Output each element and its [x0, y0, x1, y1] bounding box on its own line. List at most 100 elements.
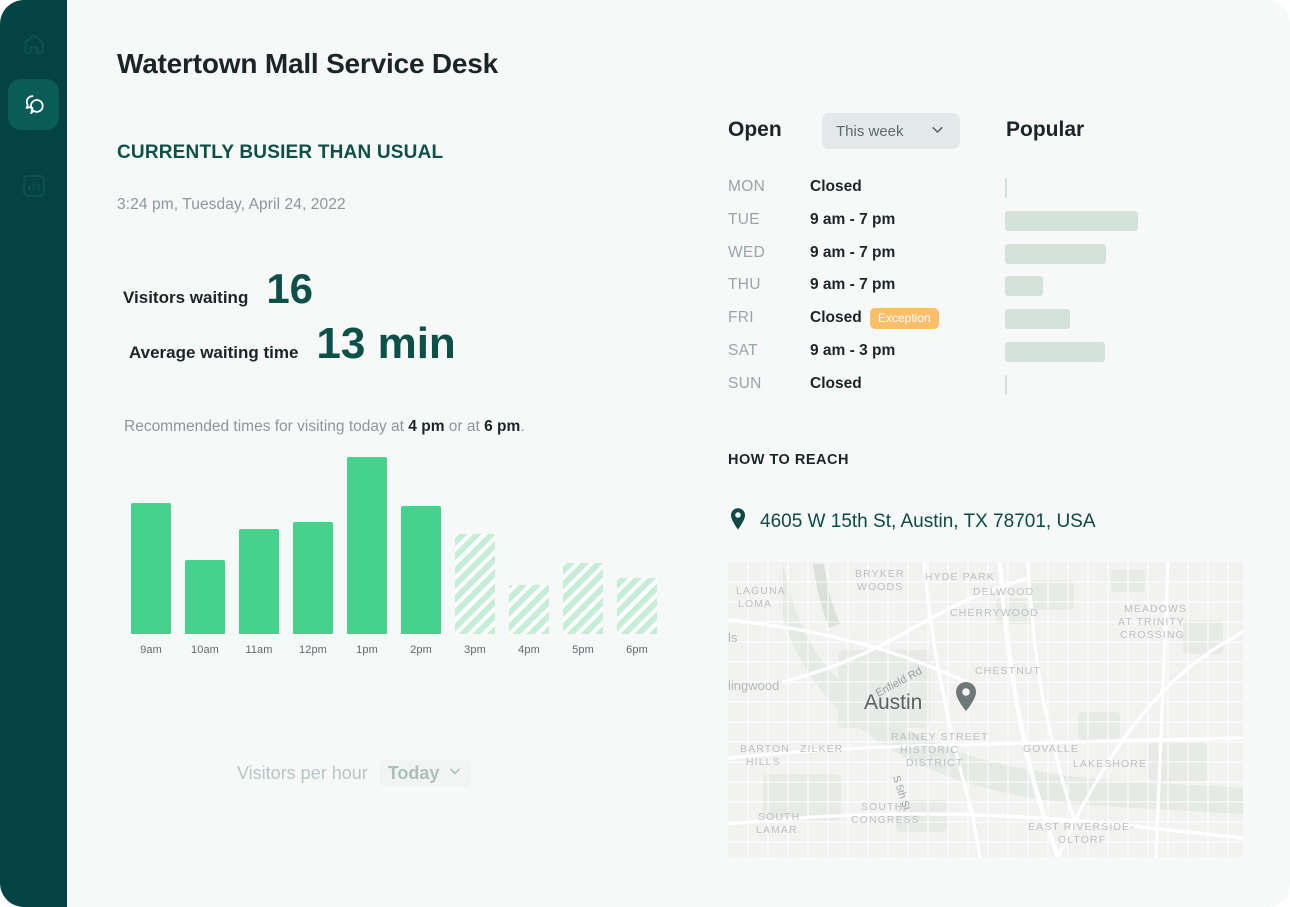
- map-city-label: Austin: [864, 691, 922, 714]
- hours-day-label: TUE: [728, 210, 760, 228]
- svg-text:BRYKER: BRYKER: [855, 568, 905, 580]
- bar: [617, 578, 657, 634]
- svg-text:EAST RIVERSIDE-: EAST RIVERSIDE-: [1028, 821, 1135, 833]
- svg-text:HYDE PARK: HYDE PARK: [925, 571, 995, 583]
- chevron-down-icon: [447, 763, 463, 784]
- address-text: 4605 W 15th St, Austin, TX 78701, USA: [760, 511, 1096, 532]
- hours-day-label: WED: [728, 243, 766, 261]
- hours-time-value: Closed: [810, 178, 862, 195]
- svg-text:HISTORIC: HISTORIC: [900, 744, 959, 756]
- open-hours-title: Open: [728, 118, 782, 141]
- chart-bar-2pm[interactable]: 2pm: [401, 506, 441, 656]
- current-timestamp: 3:24 pm, Tuesday, April 24, 2022: [117, 196, 346, 213]
- location-map[interactable]: Enfield Rd S 5th St BRYKER WOODS HYDE PAR…: [728, 562, 1243, 857]
- svg-text:WOODS: WOODS: [857, 581, 903, 593]
- popularity-bar: [1005, 309, 1070, 330]
- recommended-times: Recommended times for visiting today at …: [124, 418, 525, 436]
- bar: [239, 529, 279, 634]
- svg-text:SOUTH: SOUTH: [758, 811, 800, 823]
- opening-hours-row: WED 9 am - 7 pm: [728, 242, 1288, 275]
- hours-time-value: 9 am - 7 pm: [810, 243, 896, 261]
- bar: [401, 506, 441, 634]
- metric-average-waiting-time-label: Average waiting time: [129, 343, 299, 362]
- visitors-per-hour-chart: 9am 10am 11am 12pm 1pm 2pm 3pm 4pm 5pm 6pm: [124, 457, 664, 708]
- chart-bar-11am[interactable]: 11am: [239, 529, 279, 656]
- exception-badge[interactable]: Exception: [870, 308, 939, 330]
- chart-bar-12pm[interactable]: 12pm: [293, 522, 333, 656]
- popular-title: Popular: [1006, 118, 1085, 141]
- bar: [293, 522, 333, 634]
- bar-axis-label: 9am: [140, 644, 162, 656]
- metric-visitors-waiting-value: 16: [266, 265, 314, 312]
- main-content: Watertown Mall Service Desk CURRENTLY BU…: [67, 0, 1290, 907]
- sidebar: [0, 0, 67, 907]
- chart-bar-1pm[interactable]: 1pm: [347, 457, 387, 656]
- sidebar-item-messages[interactable]: [8, 79, 59, 130]
- bar-axis-label: 1pm: [356, 644, 378, 656]
- svg-text:LAMAR: LAMAR: [756, 824, 798, 836]
- chat-bubbles-icon: [19, 90, 49, 120]
- svg-text:ZILKER: ZILKER: [800, 743, 843, 755]
- chart-range-value: Today: [387, 763, 440, 783]
- hours-time-value: Closed: [810, 309, 862, 327]
- svg-text:HILLS: HILLS: [746, 756, 781, 768]
- recommend-suffix: .: [520, 418, 525, 435]
- chart-plot-area: 9am 10am 11am 12pm 1pm 2pm 3pm 4pm 5pm 6pm: [124, 457, 664, 682]
- svg-text:LOMA: LOMA: [738, 598, 772, 610]
- bar-axis-label: 12pm: [299, 644, 327, 656]
- svg-text:DISTRICT: DISTRICT: [906, 757, 963, 769]
- week-range-select[interactable]: This week: [822, 113, 960, 149]
- bar: [131, 503, 171, 634]
- bar: [185, 560, 225, 634]
- hours-day-label: THU: [728, 276, 761, 294]
- chart-bar-4pm[interactable]: 4pm: [509, 585, 549, 656]
- recommend-time-one: 4 pm: [408, 418, 445, 435]
- bar-axis-label: 2pm: [410, 644, 432, 656]
- svg-text:ls: ls: [728, 630, 738, 645]
- opening-hours-row: MON Closed: [728, 176, 1288, 209]
- opening-hours-row: FRI Closed Exception: [728, 307, 1288, 340]
- week-range-value: This week: [836, 122, 904, 140]
- svg-text:SOUTH: SOUTH: [861, 801, 903, 813]
- bar-axis-label: 5pm: [572, 644, 594, 656]
- svg-text:CHERRYWOOD: CHERRYWOOD: [950, 607, 1039, 619]
- sidebar-item-analytics[interactable]: [8, 160, 59, 211]
- hours-time-value: 9 am - 7 pm: [810, 210, 896, 228]
- recommend-prefix: Recommended times for visiting today at: [124, 418, 409, 435]
- bar: [563, 563, 603, 634]
- sidebar-item-home[interactable]: [8, 18, 59, 69]
- popularity-bar: [1005, 341, 1105, 362]
- bar-axis-label: 3pm: [464, 644, 486, 656]
- opening-hours-row: SAT 9 am - 3 pm: [728, 340, 1288, 373]
- recommend-time-two: 6 pm: [484, 418, 521, 435]
- chart-bar-9am[interactable]: 9am: [131, 503, 171, 656]
- chart-bar-10am[interactable]: 10am: [185, 560, 225, 656]
- bar-axis-label: 6pm: [626, 644, 648, 656]
- chart-range-select[interactable]: Today: [379, 760, 472, 787]
- hours-time-value: 9 am - 3 pm: [810, 341, 896, 359]
- svg-text:GOVALLE: GOVALLE: [1023, 743, 1079, 755]
- recommend-middle: or at: [444, 418, 485, 435]
- app-window: Watertown Mall Service Desk CURRENTLY BU…: [0, 0, 1290, 907]
- metric-average-waiting-time-value: 13 min: [316, 319, 456, 368]
- svg-text:OLTORF: OLTORF: [1058, 834, 1106, 846]
- chart-bar-5pm[interactable]: 5pm: [563, 563, 603, 656]
- popularity-bar: [1005, 374, 1007, 395]
- page-title: Watertown Mall Service Desk: [117, 48, 499, 79]
- svg-text:LAKESHORE: LAKESHORE: [1073, 758, 1147, 770]
- chart-footer: Visitors per hour Today: [237, 760, 472, 787]
- opening-hours-row: SUN Closed: [728, 373, 1288, 406]
- address-row[interactable]: 4605 W 15th St, Austin, TX 78701, USA: [728, 507, 1096, 537]
- hours-day-label: SAT: [728, 341, 758, 359]
- bar-chart-icon: [20, 172, 48, 200]
- hours-time-value: Closed: [810, 374, 862, 392]
- chart-bar-3pm[interactable]: 3pm: [455, 534, 495, 656]
- popularity-bar: [1005, 210, 1138, 231]
- svg-text:AT TRINITY: AT TRINITY: [1118, 616, 1185, 628]
- bar-axis-label: 10am: [191, 644, 219, 656]
- metric-visitors-waiting-label: Visitors waiting: [123, 288, 249, 307]
- svg-text:CROSSING: CROSSING: [1120, 629, 1185, 641]
- bar-axis-label: 11am: [245, 644, 273, 656]
- chart-bar-6pm[interactable]: 6pm: [617, 578, 657, 656]
- chart-footer-label: Visitors per hour: [237, 763, 368, 783]
